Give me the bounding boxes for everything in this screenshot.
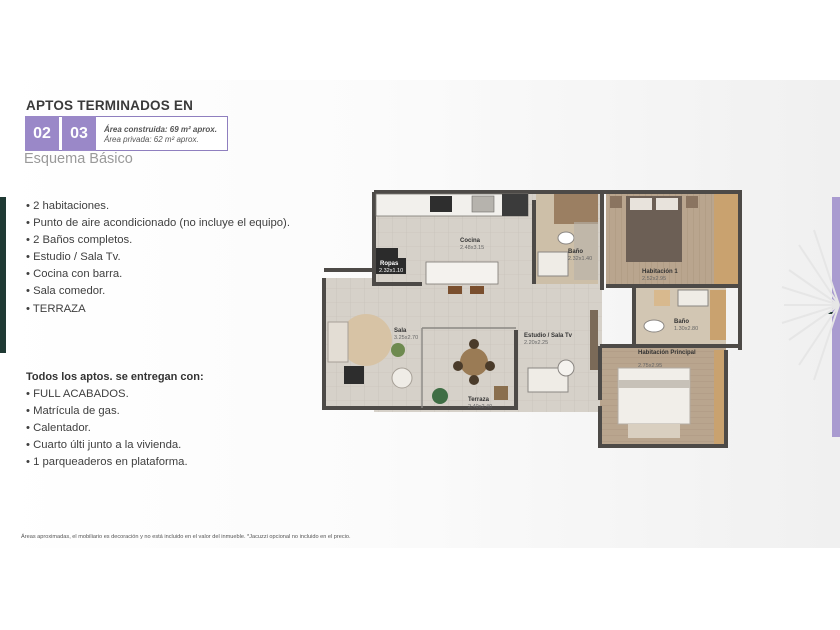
master-bed [617, 367, 691, 425]
decorative-burst [781, 229, 840, 381]
wood-accent [654, 290, 670, 306]
page-title: APTOS TERMINADOS EN [26, 98, 194, 113]
room-label: Terraza [468, 397, 490, 403]
terrace-table [494, 386, 508, 400]
room-dims: 2.40x2.40 [468, 404, 492, 410]
list-item: 2 habitaciones. [26, 198, 290, 215]
master-wardrobe [714, 350, 724, 444]
list-item: FULL ACABADOS. [26, 386, 188, 403]
desk-chair [557, 359, 575, 377]
room-label: Ropas [380, 261, 399, 267]
side-chair [391, 367, 413, 389]
list-item: Cocina con barra. [26, 266, 290, 283]
subtitle: Esquema Básico [24, 151, 133, 167]
unit-number-badge: 02 [25, 116, 59, 151]
bar-stool [470, 286, 484, 294]
area-info: Área construida: 69 m² aprox. Área priva… [104, 125, 217, 145]
fridge [502, 194, 528, 216]
chair [469, 375, 479, 385]
list-item: 2 Baños completos. [26, 232, 290, 249]
list-item: Matrícula de gas. [26, 403, 188, 420]
unit-box: 02 03 Área construida: 69 m² aprox. Área… [25, 116, 228, 151]
list-item: 1 parqueaderos en plataforma. [26, 454, 188, 471]
wardrobe [714, 194, 738, 284]
room-label: Habitación Principal [638, 350, 696, 356]
cooktop [430, 196, 452, 212]
built-area: Área construida: 69 m² aprox. [104, 125, 217, 134]
room-label: Habitación 1 [642, 269, 678, 275]
pillow [630, 198, 652, 210]
ottoman [628, 424, 680, 438]
room-dims: 2.20x2.25 [524, 340, 548, 346]
list-item: TERRAZA [26, 301, 290, 318]
room-label: Baño [568, 249, 583, 255]
feature-list: 2 habitaciones. Punto de aire acondicion… [26, 198, 290, 318]
delivery-list: FULL ACABADOS. Matrícula de gas. Calenta… [26, 386, 188, 471]
toilet [643, 319, 665, 333]
list-item: Calentador. [26, 420, 188, 437]
room-label: Estudio / Sala Tv [524, 333, 573, 339]
room-label: Baño [674, 319, 689, 325]
cabinet [710, 290, 726, 340]
room-dims: 2.75x2.95 [638, 363, 662, 369]
chair [485, 361, 495, 371]
floor-plan: Cocina 2.48x3.15 Ropas 2.32x1.10 Baño 2.… [322, 190, 742, 448]
room-dims: 3.25x2.70 [394, 335, 418, 341]
room-dims: 1.30x2.80 [674, 326, 698, 332]
shelf [554, 194, 598, 224]
dining-table [460, 348, 488, 376]
room-label: Cocina [460, 238, 481, 244]
list-item: Estudio / Sala Tv. [26, 249, 290, 266]
vanity [677, 289, 709, 307]
bar-stool [448, 286, 462, 294]
room-dims: 2.32x1.40 [568, 256, 592, 262]
armchair [344, 366, 364, 384]
room-dims: 2.48x3.15 [460, 245, 484, 251]
list-item: Cuarto últi junto a la vivienda. [26, 437, 188, 454]
unit-number-badge: 03 [62, 116, 96, 151]
list-item: Punto de aire acondicionado (no incluye … [26, 215, 290, 232]
delivery-heading: Todos los aptos. se entregan con: [26, 371, 204, 383]
tv-console [590, 310, 598, 370]
vanity [537, 251, 569, 277]
room-dims: 2.32x1.10 [379, 268, 403, 274]
sink [471, 195, 495, 213]
nightstand [686, 196, 698, 208]
plant [432, 388, 448, 404]
disclaimer: Áreas aproximadas, el mobiliario es deco… [21, 534, 351, 540]
bed-runner [618, 380, 690, 388]
kitchen-bar [425, 261, 499, 285]
plant [391, 343, 405, 357]
chair [469, 339, 479, 349]
sofa [327, 321, 349, 363]
room-dims: 2.52x2.95 [642, 276, 666, 282]
nightstand [610, 196, 622, 208]
list-item: Sala comedor. [26, 283, 290, 300]
chair [453, 361, 463, 371]
private-area: Área privada: 62 m² aprox. [104, 135, 199, 144]
room-label: Sala [394, 328, 407, 334]
pillow [656, 198, 678, 210]
toilet [557, 231, 575, 245]
left-accent-bar [0, 197, 6, 353]
